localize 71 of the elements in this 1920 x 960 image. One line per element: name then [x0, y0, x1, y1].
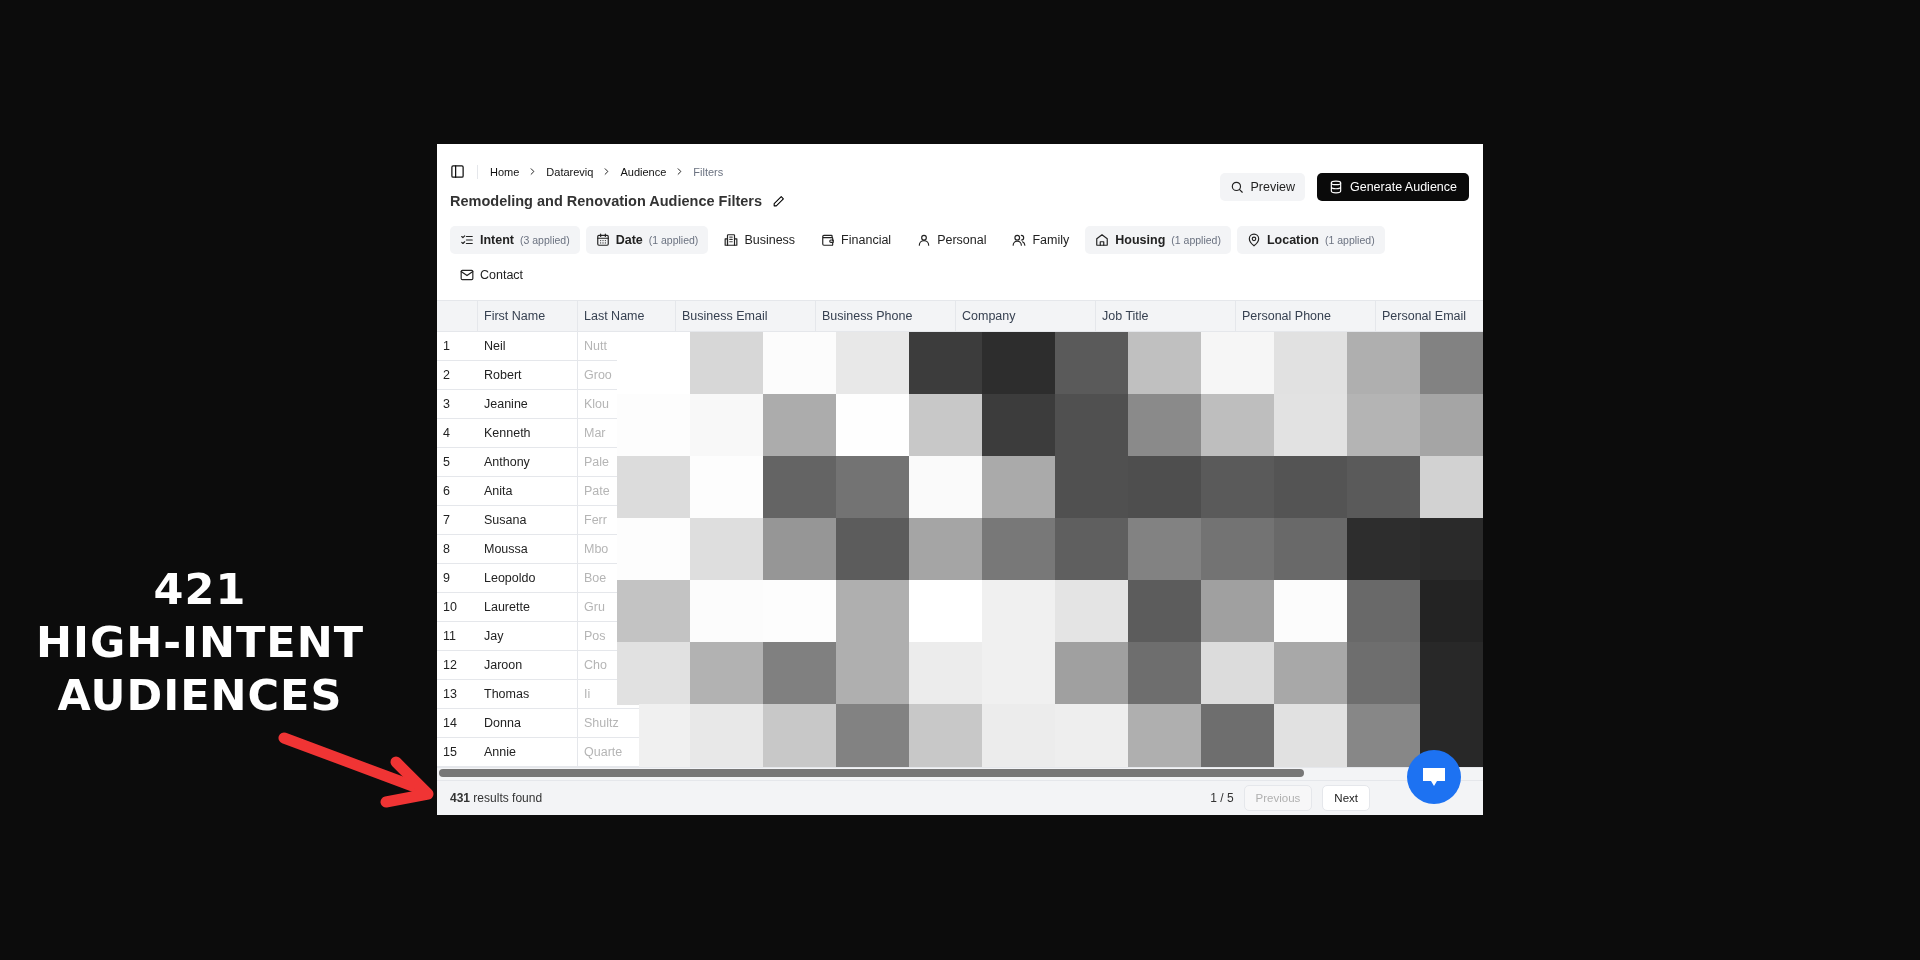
search-icon — [1229, 180, 1244, 194]
filter-tab[interactable]: Business — [714, 226, 806, 254]
wallet-icon — [821, 233, 836, 247]
table-cell: Jeanine — [478, 390, 578, 419]
breadcrumb-link[interactable]: Home — [490, 165, 520, 178]
house-icon — [1095, 233, 1110, 247]
filter-tab[interactable]: Housing (1 applied) — [1085, 226, 1231, 254]
table-cell: Susana — [478, 506, 578, 535]
row-number: 7 — [437, 506, 478, 535]
filter-tab[interactable]: Family — [1002, 226, 1080, 254]
page-indicator: 1 / 5 — [1210, 791, 1234, 805]
table-cell: Leopoldo — [478, 564, 578, 593]
column-header[interactable]: Job Title — [1096, 301, 1236, 332]
breadcrumb-link[interactable]: Datareviq — [546, 165, 594, 178]
column-header[interactable]: Company — [956, 301, 1096, 332]
row-number: 8 — [437, 535, 478, 564]
calendar-icon — [595, 233, 610, 247]
chat-icon — [1421, 766, 1447, 788]
column-header[interactable]: Business Phone — [816, 301, 956, 332]
database-icon — [1328, 180, 1343, 194]
table-cell: Anita — [478, 477, 578, 506]
row-number: 4 — [437, 419, 478, 448]
filter-tab[interactable]: Personal — [907, 226, 997, 254]
breadcrumb-current: Filters — [693, 165, 724, 178]
row-number: 2 — [437, 361, 478, 390]
table-cell: Robert — [478, 361, 578, 390]
filter-tab[interactable]: Date (1 applied) — [585, 226, 709, 254]
pencil-icon — [772, 194, 786, 208]
table-cell: Moussa — [478, 535, 578, 564]
people-icon — [1012, 233, 1027, 247]
column-header[interactable]: Personal Email — [1376, 301, 1483, 332]
table-cell: Thomas — [478, 680, 578, 709]
row-number: 14 — [437, 709, 478, 738]
page-title: Remodeling and Renovation Audience Filters — [450, 193, 763, 209]
table-cell: Donna — [478, 709, 578, 738]
mail-icon — [460, 268, 474, 282]
filter-tab[interactable]: Intent (3 applied) — [450, 226, 580, 254]
row-number: 10 — [437, 593, 478, 622]
column-header[interactable]: Personal Phone — [1236, 301, 1376, 332]
table-cell: Anthony — [478, 448, 578, 477]
annotation-text: 421 HIGH-INTENT AUDIENCES — [34, 563, 366, 722]
filter-tab[interactable]: Contact — [450, 261, 534, 289]
generate-audience-button[interactable]: Generate Audience — [1316, 173, 1469, 201]
checklist-icon — [460, 233, 474, 247]
column-header[interactable]: First Name — [478, 301, 578, 332]
column-header[interactable]: Last Name — [578, 301, 676, 332]
sidebar-toggle-icon — [450, 164, 465, 179]
table-cell: Jay — [478, 622, 578, 651]
table-cell: Kenneth — [478, 419, 578, 448]
breadcrumb-link[interactable]: Audience — [620, 165, 667, 178]
building-icon — [724, 233, 739, 247]
row-number: 5 — [437, 448, 478, 477]
row-number: 9 — [437, 564, 478, 593]
row-number: 1 — [437, 332, 478, 361]
row-number: 3 — [437, 390, 478, 419]
row-number: 11 — [437, 622, 478, 651]
column-header[interactable]: Business Email — [676, 301, 816, 332]
map-pin-icon — [1246, 233, 1261, 247]
filter-tab[interactable]: Financial — [811, 226, 902, 254]
table-cell: Jaroon — [478, 651, 578, 680]
table-cell: Neil — [478, 332, 578, 361]
table-cell: Laurette — [478, 593, 578, 622]
pagination-button[interactable]: Next — [1322, 785, 1370, 811]
horizontal-scrollbar[interactable] — [439, 769, 1304, 777]
person-icon — [917, 233, 932, 247]
filter-tab[interactable]: Location (1 applied) — [1236, 226, 1385, 254]
row-number: 12 — [437, 651, 478, 680]
results-count: 431 results found — [450, 791, 543, 805]
preview-button[interactable]: Preview — [1219, 173, 1305, 201]
row-number: 13 — [437, 680, 478, 709]
row-number: 6 — [437, 477, 478, 506]
